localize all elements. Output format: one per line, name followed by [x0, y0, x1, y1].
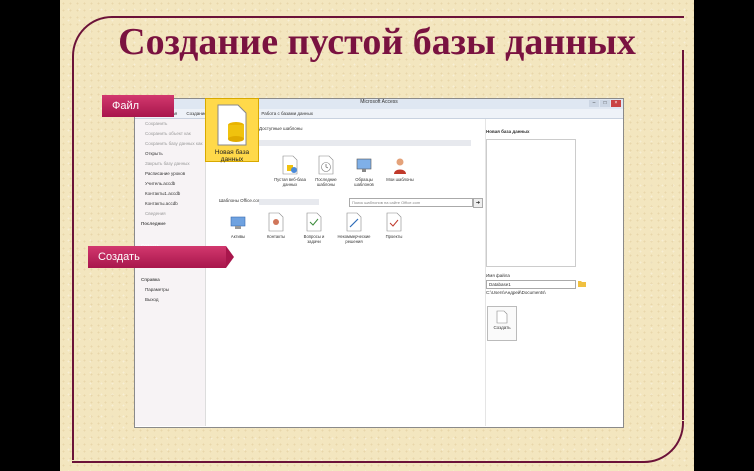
- file-name-input[interactable]: Database1: [486, 280, 576, 289]
- web-database-icon: [282, 155, 298, 175]
- menu-save-object-as[interactable]: Сохранить объект как: [135, 129, 205, 139]
- close-button[interactable]: ×: [611, 100, 621, 107]
- maximize-button[interactable]: □: [600, 100, 610, 107]
- template-blank-web[interactable]: Пустая веб-база данных: [273, 155, 307, 187]
- template-issues[interactable]: Вопросы и задачи: [297, 212, 331, 244]
- recent-file[interactable]: Контакты1.accdb: [135, 189, 205, 199]
- assets-icon: [230, 216, 246, 229]
- menu-open[interactable]: Открыть: [135, 149, 205, 159]
- template-samples[interactable]: Образцы шаблонов: [347, 155, 381, 187]
- recent-file[interactable]: Учитель.accdb: [135, 179, 205, 189]
- template-mine[interactable]: Мои шаблоны: [383, 155, 417, 182]
- menu-info[interactable]: Сведения: [135, 209, 205, 219]
- contacts-icon: [268, 212, 284, 232]
- window-title: Microsoft Access: [360, 99, 398, 105]
- menu-options[interactable]: Параметры: [135, 285, 205, 295]
- database-icon: [217, 104, 247, 146]
- template-assets[interactable]: Активы: [221, 212, 255, 239]
- menu-save[interactable]: Сохранить: [135, 119, 205, 129]
- monitor-icon: [356, 158, 372, 172]
- template-nonprofit[interactable]: Некоммерческие решения: [337, 212, 371, 244]
- slide: Создание пустой базы данных Microsoft Ac…: [60, 0, 694, 471]
- file-name-label: Имя файла: [486, 273, 510, 278]
- template-projects[interactable]: Проекты: [377, 212, 411, 239]
- folder-icon[interactable]: [578, 280, 586, 287]
- recent-file[interactable]: Расписание уроков: [135, 169, 205, 179]
- minimize-button[interactable]: –: [589, 100, 599, 107]
- create-button[interactable]: Создать: [487, 306, 517, 341]
- blank-document-icon: [496, 310, 508, 324]
- file-callout: Файл: [102, 95, 174, 117]
- clock-icon: [318, 155, 334, 175]
- person-icon: [394, 158, 406, 174]
- backstage-menu: Сохранить Сохранить объект как Сохранить…: [135, 119, 206, 426]
- create-callout: Создать: [88, 246, 234, 268]
- template-contacts[interactable]: Контакты: [259, 212, 293, 239]
- search-arrow-icon[interactable]: ➔: [473, 198, 483, 208]
- menu-help[interactable]: Справка: [135, 275, 205, 285]
- template-search-input[interactable]: Поиск шаблонов на сайте Office.com: [349, 198, 473, 207]
- issues-icon: [306, 212, 322, 232]
- new-database-heading: Новая база данных: [486, 129, 530, 134]
- new-database-tile[interactable]: Новая база данных: [205, 98, 259, 163]
- office-templates-heading: Шаблоны Office.com: [219, 198, 262, 203]
- projects-icon: [386, 212, 402, 232]
- new-database-pane: Новая база данных Имя файла Database1 C:…: [485, 119, 622, 426]
- menu-save-db-as[interactable]: Сохранить базу данных как: [135, 139, 205, 149]
- database-preview: [486, 139, 576, 267]
- template-recent[interactable]: Последние шаблоны: [309, 155, 343, 187]
- tab-create[interactable]: Создание: [186, 109, 206, 118]
- recent-file[interactable]: Контакты.accdb: [135, 199, 205, 209]
- slide-title: Создание пустой базы данных: [118, 21, 636, 63]
- tab-database-tools[interactable]: Работа с базами данных: [261, 109, 313, 118]
- file-path: C:\Users\Андрей\Documents\: [486, 290, 546, 295]
- new-database-label: Новая база данных: [214, 149, 250, 163]
- menu-close-db[interactable]: Закрыть базу данных: [135, 159, 205, 169]
- menu-exit[interactable]: Выход: [135, 295, 205, 305]
- nonprofit-icon: [346, 212, 362, 232]
- available-templates-heading: Доступные шаблоны: [259, 126, 303, 131]
- menu-recent[interactable]: Последние: [135, 219, 205, 229]
